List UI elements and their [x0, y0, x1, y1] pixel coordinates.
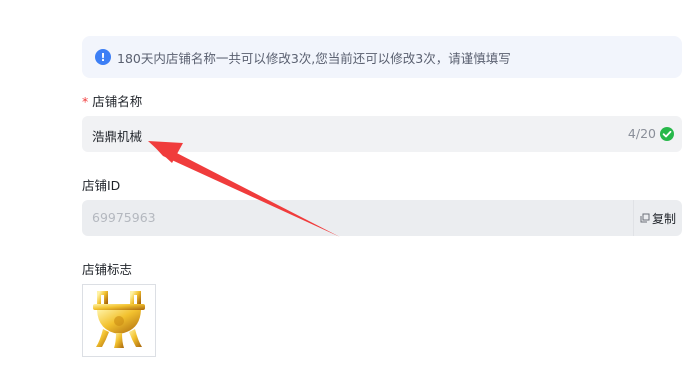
- ding-tripod-logo-image: [93, 291, 145, 348]
- notice-banner: ! 180天内店铺名称一共可以修改3次,您当前还可以修改3次，请谨慎填写: [82, 36, 682, 78]
- check-circle-icon: [660, 127, 674, 141]
- store-name-char-counter: 4/20: [627, 126, 656, 141]
- store-id-value: 69975963: [92, 210, 156, 225]
- store-id-input: 69975963 复制: [82, 200, 682, 236]
- copy-button-label: 复制: [651, 211, 676, 226]
- store-name-label-text: 店铺名称: [92, 94, 143, 109]
- notice-text: 180天内店铺名称一共可以修改3次,您当前还可以修改3次，请谨慎填写: [117, 50, 511, 66]
- store-logo-upload[interactable]: [82, 284, 156, 357]
- info-icon: !: [95, 49, 111, 65]
- store-logo-label: 店铺标志: [82, 262, 133, 277]
- required-mark: *: [82, 94, 89, 109]
- store-name-label: * 店铺名称: [82, 91, 142, 110]
- store-name-input[interactable]: 浩鼎机械 4/20: [82, 116, 682, 152]
- copy-icon: [640, 213, 650, 223]
- store-id-label: 店铺ID: [82, 178, 121, 193]
- copy-button[interactable]: 复制: [633, 200, 682, 236]
- store-name-value[interactable]: 浩鼎机械: [92, 126, 142, 145]
